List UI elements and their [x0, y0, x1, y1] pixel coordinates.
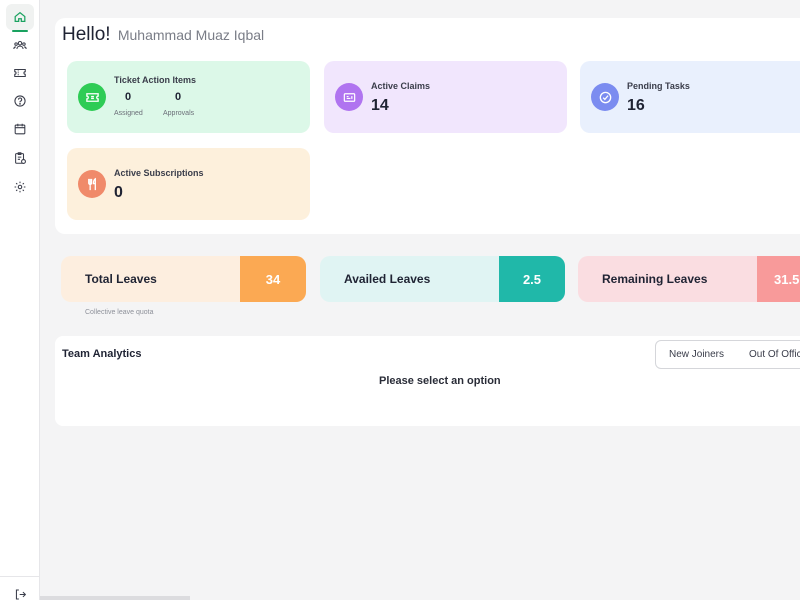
approvals-label: Approvals — [163, 110, 195, 117]
empty-state-message: Please select an option — [379, 375, 501, 387]
gear-icon — [14, 181, 26, 193]
sidebar — [0, 0, 40, 600]
out-of-office-button[interactable]: Out Of Office — [737, 340, 800, 369]
subscriptions-icon-badge — [78, 170, 106, 198]
logout-icon — [15, 589, 26, 599]
user-name: Muhammad Muaz Iqbal — [117, 27, 265, 43]
card-title: Active Claims — [371, 81, 431, 91]
sidebar-divider — [0, 576, 40, 577]
logout-button[interactable] — [6, 584, 34, 600]
sidebar-item-team[interactable] — [6, 32, 34, 58]
card-title: Active Subscriptions — [114, 168, 204, 178]
ticket-icon — [85, 92, 99, 102]
leave-label: Availed Leaves — [344, 272, 431, 286]
ticket-action-items-card[interactable]: Ticket Action Items 0 Assigned 0 Approva… — [67, 61, 310, 133]
availed-leaves-card[interactable]: Availed Leaves 2.5 — [320, 256, 565, 302]
check-circle-icon — [599, 91, 611, 103]
leave-value: 31.5 — [757, 256, 800, 302]
leave-label: Total Leaves — [85, 272, 157, 286]
card-value: 14 — [371, 97, 389, 114]
sidebar-item-calendar[interactable] — [6, 116, 34, 142]
assigned-count: 0 — [125, 91, 132, 103]
new-joiners-button[interactable]: New Joiners — [655, 340, 738, 369]
sidebar-item-help[interactable] — [6, 88, 34, 114]
team-icon — [13, 40, 27, 49]
team-analytics-title: Team Analytics — [62, 348, 142, 360]
active-claims-card[interactable]: Active Claims 14 — [324, 61, 567, 133]
receipt-icon — [343, 92, 355, 102]
greeting-hello: Hello! — [62, 24, 111, 45]
ticket-icon — [14, 68, 26, 78]
active-subscriptions-card[interactable]: Active Subscriptions 0 — [67, 148, 310, 220]
leave-value: 34 — [240, 256, 306, 302]
card-value: 16 — [627, 97, 645, 114]
clipboard-icon — [15, 152, 26, 164]
leave-quota-note: Collective leave quota — [85, 309, 154, 316]
help-icon — [14, 95, 26, 107]
sidebar-item-tickets[interactable] — [6, 60, 34, 86]
card-title: Pending Tasks — [627, 81, 690, 91]
total-leaves-card[interactable]: Total Leaves 34 — [61, 256, 306, 302]
assigned-label: Assigned — [114, 110, 143, 117]
sidebar-item-tasks[interactable] — [6, 145, 34, 171]
ticket-icon-badge — [78, 83, 106, 111]
claims-icon-badge — [335, 83, 363, 111]
sidebar-item-settings[interactable] — [6, 174, 34, 200]
home-icon — [14, 11, 26, 22]
remaining-leaves-card[interactable]: Remaining Leaves 31.5 — [578, 256, 800, 302]
leave-label: Remaining Leaves — [602, 272, 708, 286]
card-value: 0 — [114, 184, 123, 201]
card-title: Ticket Action Items — [114, 75, 197, 85]
approvals-count: 0 — [175, 91, 182, 103]
tasks-icon-badge — [591, 83, 619, 111]
pending-tasks-card[interactable]: Pending Tasks 16 — [580, 61, 800, 133]
sidebar-item-home[interactable] — [6, 4, 34, 32]
page-title: Hello! Muhammad Muaz Iqbal — [62, 24, 264, 46]
calendar-icon — [14, 123, 26, 135]
horizontal-scrollbar[interactable] — [40, 596, 190, 600]
leave-value: 2.5 — [499, 256, 565, 302]
utensils-icon — [87, 177, 96, 190]
